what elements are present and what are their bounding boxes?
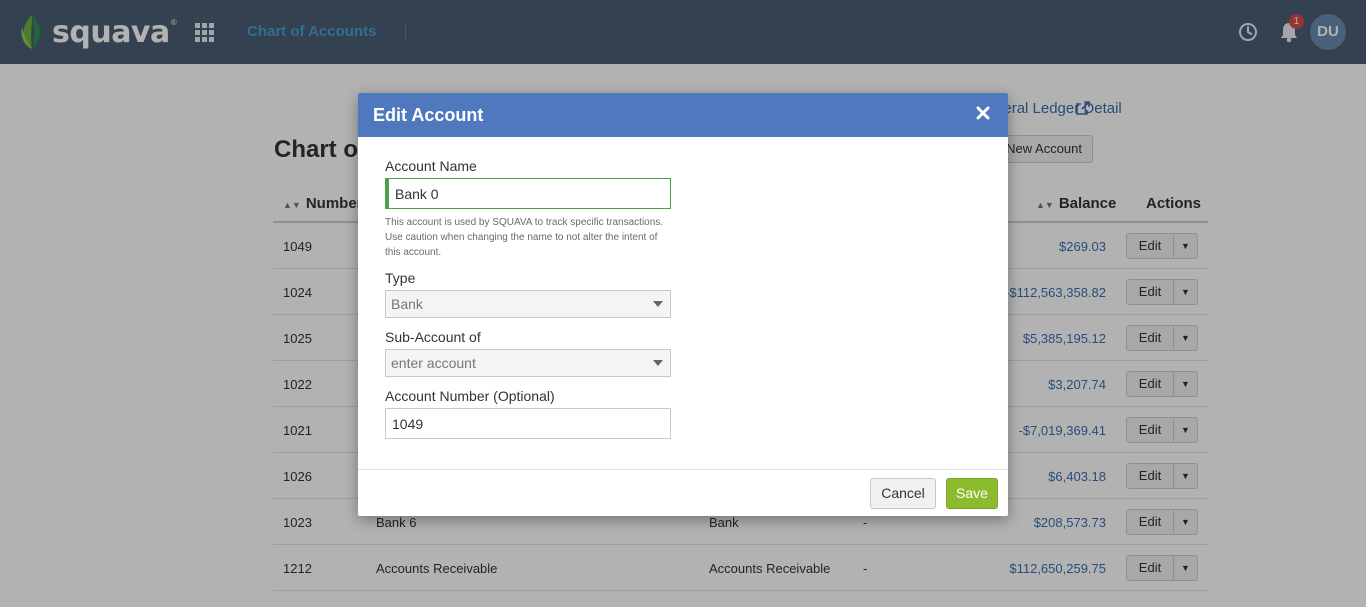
- account-number-label: Account Number (Optional): [385, 388, 555, 404]
- account-name-input[interactable]: [385, 178, 671, 209]
- chevron-down-icon: [653, 301, 663, 307]
- type-select[interactable]: Bank: [385, 290, 671, 318]
- close-icon[interactable]: [976, 106, 990, 120]
- save-button[interactable]: Save: [946, 478, 998, 509]
- account-number-input[interactable]: [385, 408, 671, 439]
- modal-footer: Cancel Save: [358, 469, 1008, 516]
- modal-title: Edit Account: [373, 105, 484, 125]
- type-select-value: Bank: [391, 296, 423, 312]
- account-name-help-text: This account is used by SQUAVA to track …: [385, 217, 664, 258]
- sub-account-placeholder: enter account: [391, 355, 476, 371]
- type-label: Type: [385, 270, 416, 286]
- sub-account-select[interactable]: enter account: [385, 349, 671, 377]
- edit-account-modal: Edit Account Account Name This account i…: [358, 93, 1008, 516]
- modal-header: Edit Account: [358, 93, 1008, 137]
- cancel-button[interactable]: Cancel: [870, 478, 936, 509]
- chevron-down-icon: [653, 360, 663, 366]
- sub-account-label: Sub-Account of: [385, 329, 481, 345]
- account-name-label: Account Name: [385, 158, 477, 174]
